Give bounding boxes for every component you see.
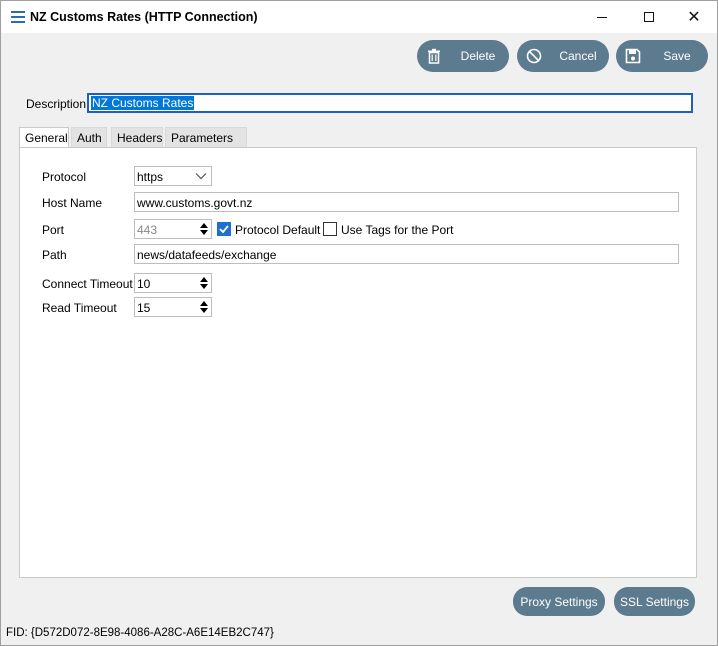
app-menu-icon[interactable] — [11, 11, 25, 23]
title-bar[interactable]: NZ Customs Rates (HTTP Connection) ✕ — [1, 1, 717, 33]
read-timeout-value: 15 — [137, 301, 151, 315]
trash-icon — [428, 48, 440, 64]
proxy-settings-button[interactable]: Proxy Settings — [513, 587, 605, 616]
increment-icon[interactable] — [200, 301, 208, 306]
close-icon: ✕ — [687, 7, 701, 26]
tab-auth[interactable]: Auth — [71, 127, 107, 147]
ssl-settings-button[interactable]: SSL Settings — [614, 587, 695, 616]
connect-timeout-label: Connect Timeout — [42, 277, 133, 291]
description-value: NZ Customs Rates — [91, 96, 195, 110]
protocol-value: https — [137, 170, 164, 184]
decrement-icon[interactable] — [200, 284, 208, 289]
close-button[interactable]: ✕ — [671, 1, 717, 33]
increment-icon[interactable] — [200, 223, 208, 228]
path-label: Path — [42, 248, 67, 262]
connect-timeout-spin-arrows[interactable] — [199, 275, 209, 291]
cancel-button[interactable]: Cancel — [517, 40, 609, 72]
delete-button[interactable]: Delete — [417, 40, 509, 72]
port-value: 443 — [137, 223, 158, 237]
dialog-window: NZ Customs Rates (HTTP Connection) ✕ Del… — [0, 0, 718, 646]
tab-general[interactable]: General — [19, 127, 69, 148]
port-label: Port — [42, 223, 65, 237]
general-panel: Protocol https Host Name www.customs.gov… — [19, 147, 697, 578]
protocol-default-checkbox[interactable] — [217, 222, 231, 236]
use-tags-for-port-checkbox[interactable] — [323, 222, 337, 236]
use-tags-for-port-label: Use Tags for the Port — [341, 223, 454, 237]
host-name-input[interactable]: www.customs.govt.nz — [134, 192, 679, 212]
cancel-label: Cancel — [559, 49, 597, 63]
path-value: news/datafeeds/exchange — [137, 248, 277, 262]
checkmark-icon — [219, 225, 229, 234]
description-input[interactable]: NZ Customs Rates — [87, 93, 693, 113]
tab-parameters[interactable]: Parameters — [165, 127, 247, 147]
cancel-icon — [526, 48, 542, 64]
port-spinner[interactable]: 443 — [134, 219, 212, 239]
protocol-select[interactable]: https — [134, 166, 212, 186]
host-name-label: Host Name — [42, 196, 103, 210]
description-label: Description — [26, 97, 87, 111]
decrement-icon[interactable] — [200, 230, 208, 235]
minimize-button[interactable] — [579, 1, 625, 33]
host-name-value: www.customs.govt.nz — [137, 196, 253, 210]
connect-timeout-spinner[interactable]: 10 — [134, 273, 212, 293]
delete-label: Delete — [460, 49, 496, 63]
chevron-down-icon — [195, 173, 207, 180]
protocol-default-label: Protocol Default — [235, 223, 321, 237]
connect-timeout-value: 10 — [137, 277, 151, 291]
protocol-label: Protocol — [42, 170, 87, 184]
save-button[interactable]: Save — [616, 40, 708, 72]
read-timeout-spin-arrows[interactable] — [199, 299, 209, 315]
decrement-icon[interactable] — [200, 308, 208, 313]
floppy-disk-icon — [625, 48, 641, 64]
window-title: NZ Customs Rates (HTTP Connection) — [30, 10, 258, 24]
read-timeout-spinner[interactable]: 15 — [134, 297, 212, 317]
maximize-icon — [644, 12, 654, 22]
path-input[interactable]: news/datafeeds/exchange — [134, 244, 679, 264]
increment-icon[interactable] — [200, 277, 208, 282]
maximize-button[interactable] — [626, 1, 672, 33]
fid-status-text: FID: {D572D072-8E98-4086-A28C-A6E14EB2C7… — [6, 627, 274, 639]
tab-headers[interactable]: Headers — [111, 127, 163, 147]
save-label: Save — [663, 49, 691, 63]
minimize-icon — [597, 16, 607, 18]
port-spin-arrows[interactable] — [199, 221, 209, 237]
read-timeout-label: Read Timeout — [42, 301, 117, 315]
